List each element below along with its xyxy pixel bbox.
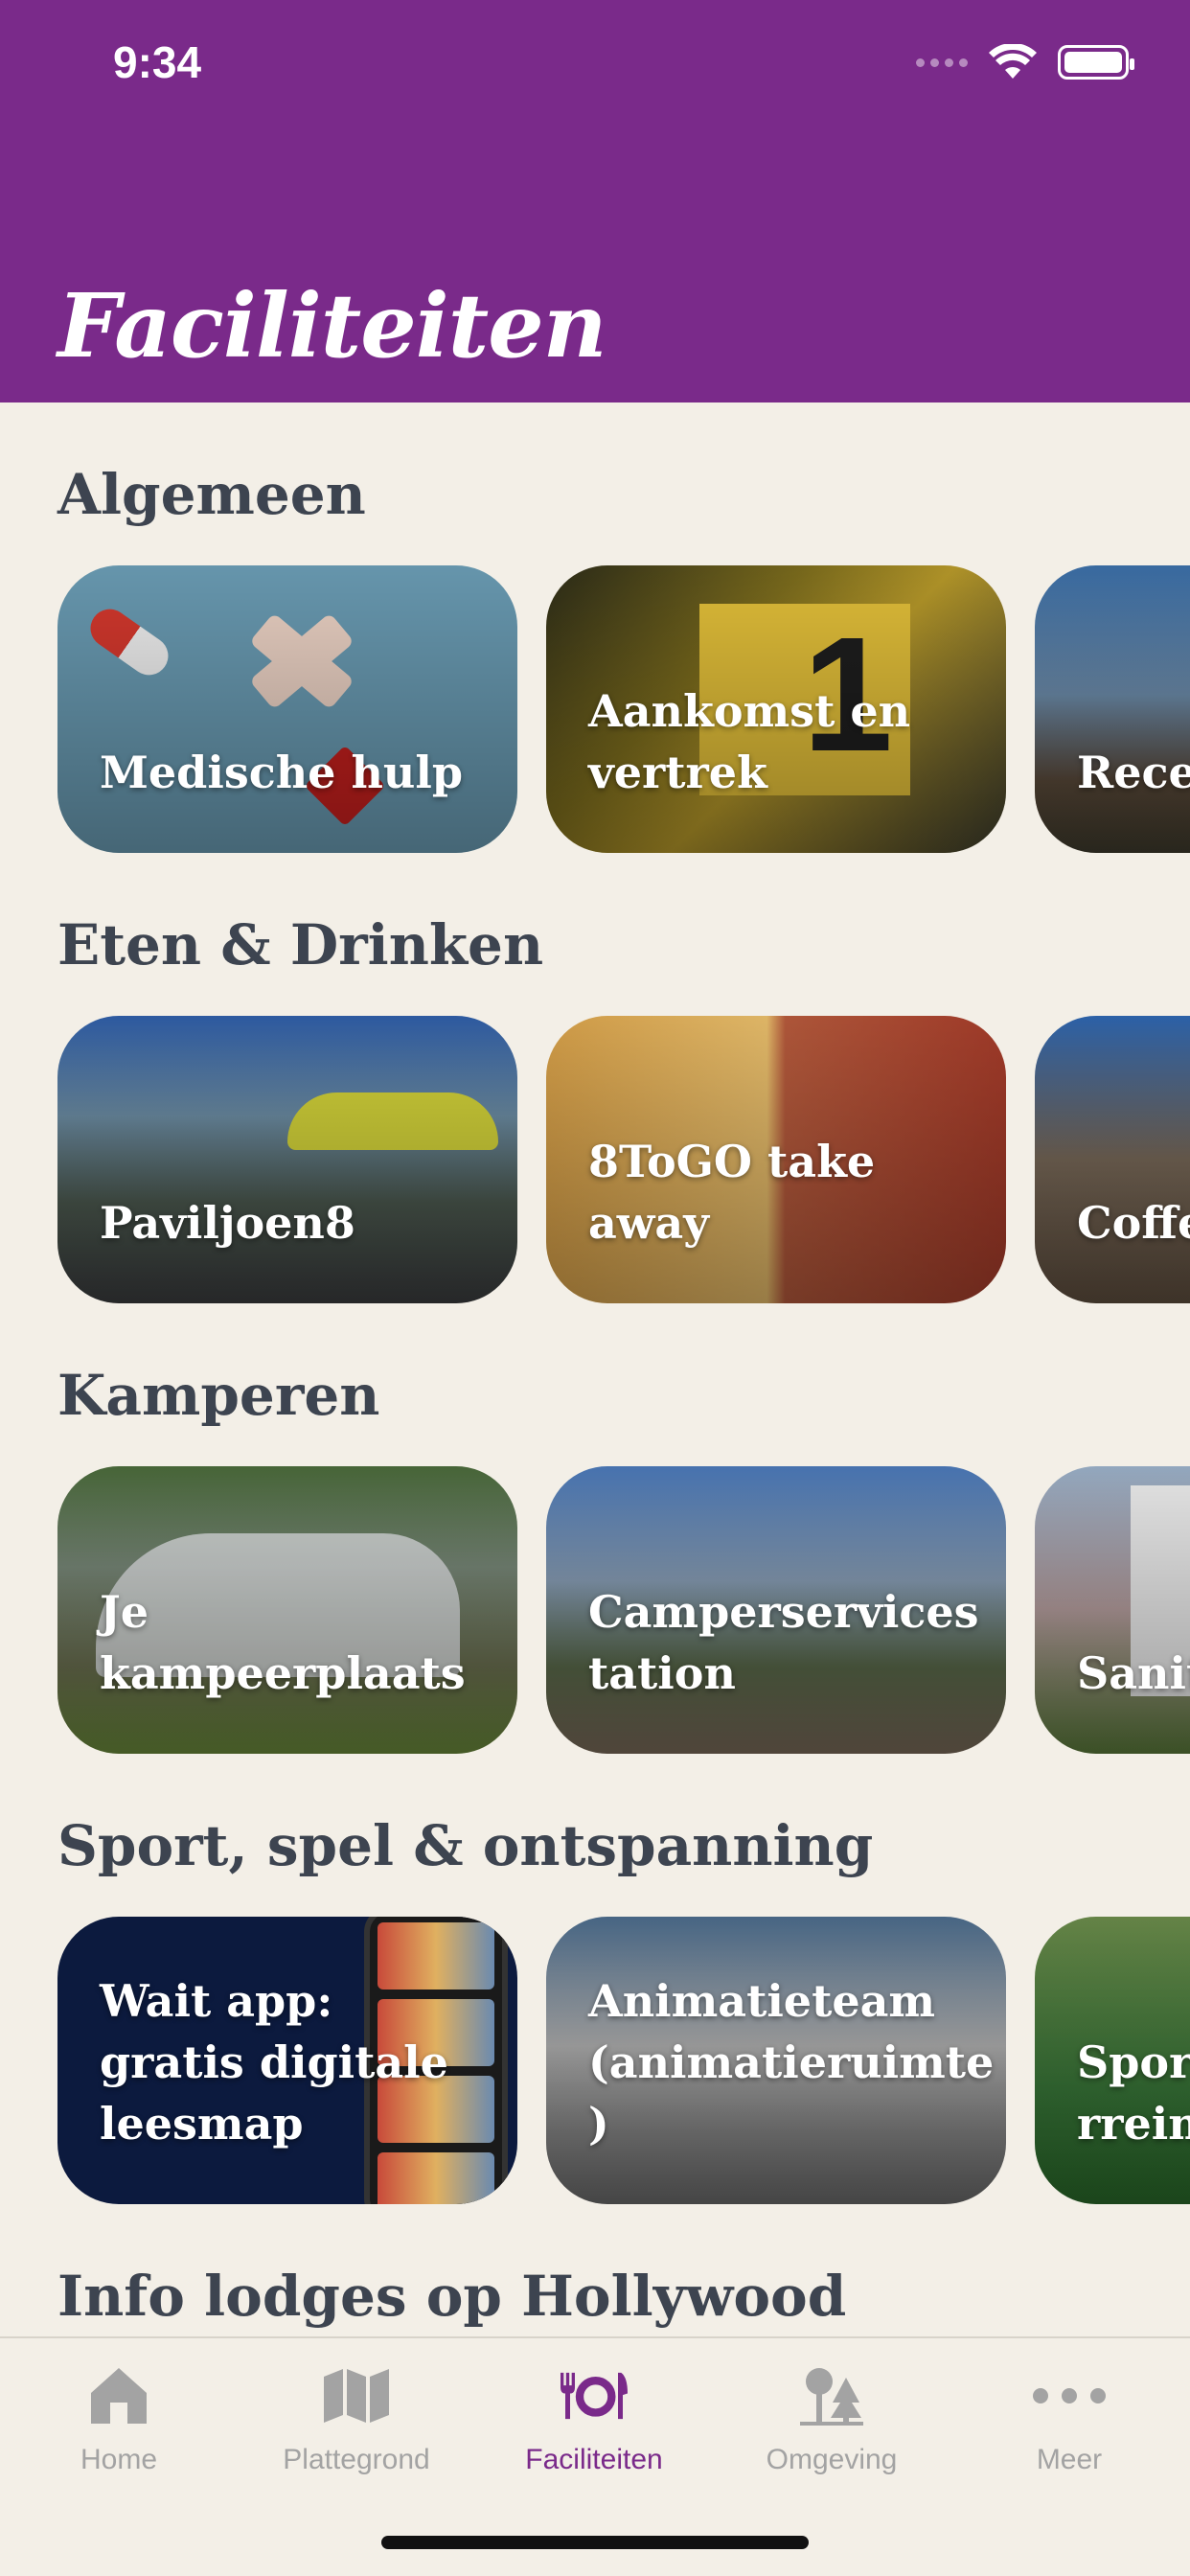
section-title-info-lodges: Info lodges op Hollywood — [57, 2264, 847, 2329]
facility-card-aankomst-vertrek[interactable]: 1 Aankomst en vertrek — [546, 565, 1006, 853]
tab-faciliteiten[interactable]: Faciliteiten — [475, 2358, 713, 2501]
facilities-list[interactable]: Algemeen Medische hulp 1 Aankomst en ver… — [0, 402, 1190, 2338]
card-label: Je kampeerplaats — [100, 1586, 466, 1699]
tab-label: Plattegrond — [283, 2444, 430, 2475]
facility-card-paviljoen8[interactable]: Paviljoen8 — [57, 1016, 517, 1303]
facility-card-kampeerplaats[interactable]: Je kampeerplaats — [57, 1466, 517, 1754]
tab-home[interactable]: Home — [0, 2358, 238, 2501]
facility-card-medische-hulp[interactable]: Medische hulp — [57, 565, 517, 853]
card-label: Sport Even rrein — [1077, 2036, 1190, 2150]
card-label: Recep — [1077, 747, 1190, 798]
card-label: 8ToGO take away — [588, 1136, 876, 1249]
card-label: Animatieteam (animatieruimte ) — [588, 1975, 995, 2150]
card-label: Medische hulp — [100, 747, 463, 798]
section-row-sport-spel[interactable]: Wait app: gratis digitale leesmap Animat… — [57, 1917, 1190, 2204]
home-indicator[interactable] — [381, 2536, 809, 2549]
tab-label: Omgeving — [766, 2444, 898, 2475]
signal-icon — [916, 58, 968, 67]
facility-card-sport-evenementen[interactable]: Sport Even rrein — [1035, 1917, 1190, 2204]
status-time: 9:34 — [113, 37, 202, 87]
tab-meer[interactable]: Meer — [950, 2358, 1188, 2501]
card-label: Aankomst en vertrek — [588, 685, 911, 798]
section-title-sport-spel: Sport, spel & ontspanning — [57, 1813, 874, 1878]
section-title-eten-drinken: Eten & Drinken — [57, 912, 544, 978]
facility-card-8togo[interactable]: 8ToGO take away — [546, 1016, 1006, 1303]
facility-card-coffee[interactable]: Coffe — [1035, 1016, 1190, 1303]
section-title-algemeen: Algemeen — [57, 462, 366, 527]
facility-card-receptie[interactable]: Recep — [1035, 565, 1190, 853]
battery-icon — [1058, 45, 1134, 80]
tab-label: Home — [80, 2444, 158, 2475]
status-icons — [916, 44, 1134, 80]
tab-omgeving[interactable]: Omgeving — [713, 2358, 950, 2501]
card-label: Sanit wass — [1077, 1647, 1190, 1699]
tab-label: Faciliteiten — [525, 2444, 663, 2475]
section-row-kamperen[interactable]: Je kampeerplaats Camperservices tation S… — [57, 1466, 1190, 1754]
map-icon — [318, 2358, 395, 2434]
home-icon — [80, 2358, 157, 2434]
facility-card-animatieteam[interactable]: Animatieteam (animatieruimte ) — [546, 1917, 1006, 2204]
facility-card-camperservicestation[interactable]: Camperservices tation — [546, 1466, 1006, 1754]
section-row-algemeen[interactable]: Medische hulp 1 Aankomst en vertrek Rece… — [57, 565, 1190, 853]
trees-icon — [793, 2358, 870, 2434]
card-label: Camperservices tation — [588, 1586, 979, 1699]
card-label: Coffe — [1077, 1197, 1190, 1249]
fork-plate-knife-icon — [556, 2358, 632, 2434]
tab-label: Meer — [1036, 2444, 1103, 2475]
header: 9:34 Faciliteiten — [0, 0, 1190, 402]
wifi-icon — [989, 44, 1037, 79]
more-dots-icon — [1031, 2358, 1108, 2434]
card-label: Paviljoen8 — [100, 1197, 355, 1249]
tab-plattegrond[interactable]: Plattegrond — [238, 2358, 475, 2501]
facility-card-wait-app[interactable]: Wait app: gratis digitale leesmap — [57, 1917, 517, 2204]
page-title: Faciliteiten — [57, 274, 607, 378]
card-label: Wait app: gratis digitale leesmap — [100, 1975, 448, 2150]
facility-card-sanitair[interactable]: Sanit wass — [1035, 1466, 1190, 1754]
section-title-kamperen: Kamperen — [57, 1363, 380, 1428]
section-row-eten-drinken[interactable]: Paviljoen8 8ToGO take away Coffe — [57, 1016, 1190, 1303]
